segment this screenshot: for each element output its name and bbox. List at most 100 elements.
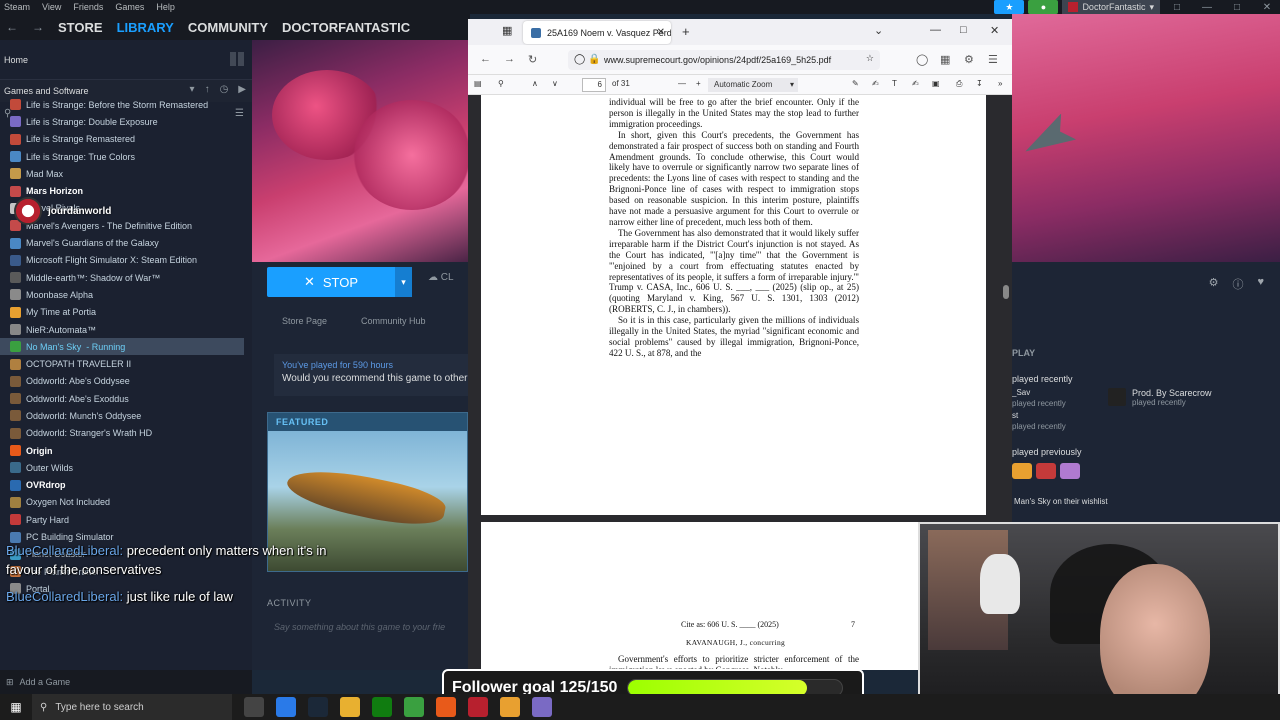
sidebar-item-game[interactable]: Oddworld: Abe's Oddysee bbox=[0, 373, 252, 390]
sidebar-item-game[interactable]: Marvel's Guardians of the Galaxy bbox=[0, 234, 252, 251]
folder-icon[interactable] bbox=[340, 697, 360, 717]
lock-icon[interactable]: 🔒 bbox=[588, 54, 600, 65]
app-icon[interactable] bbox=[436, 697, 456, 717]
recent-icon[interactable]: ◷ bbox=[220, 84, 229, 95]
menu-steam[interactable]: Steam bbox=[4, 2, 30, 12]
activity-input[interactable]: Say something about this game to your fr… bbox=[274, 622, 445, 632]
chrome-icon[interactable] bbox=[276, 697, 296, 717]
chevron-down-icon[interactable]: ⌄ bbox=[874, 24, 883, 37]
tab-list-icon[interactable]: ▦ bbox=[502, 24, 512, 37]
sidebar-item-game[interactable]: Life is Strange: Before the Storm Remast… bbox=[0, 96, 252, 113]
stop-dropdown[interactable]: ▾ bbox=[395, 267, 412, 297]
sidebar-item-game[interactable]: Life is Strange: True Colors bbox=[0, 148, 252, 165]
app-icon[interactable] bbox=[468, 697, 488, 717]
sidebar-item-game[interactable]: Middle-earth™: Shadow of War™ bbox=[0, 269, 252, 286]
menu-icon[interactable]: ☰ bbox=[988, 53, 998, 66]
notification-icon[interactable]: ● bbox=[1028, 0, 1059, 14]
friend-name[interactable]: st bbox=[1012, 411, 1018, 420]
taskbar-search[interactable]: ⚲ Type here to search bbox=[32, 694, 232, 720]
user-menu[interactable]: DoctorFantastic ▾ bbox=[1062, 0, 1160, 14]
sidebar-item-game[interactable]: Origin bbox=[0, 442, 252, 459]
xbox-icon[interactable] bbox=[372, 697, 392, 717]
url-bar[interactable]: ◯ 🔒 www.supremecourt.gov/opinions/24pdf/… bbox=[568, 50, 880, 70]
menu-friends[interactable]: Friends bbox=[73, 2, 103, 12]
avatar[interactable] bbox=[1036, 463, 1056, 479]
account-icon[interactable]: ◯ bbox=[916, 53, 928, 66]
forward-arrow-icon[interactable]: → bbox=[32, 20, 44, 34]
minimize-icon[interactable]: — bbox=[1194, 2, 1220, 13]
announce-icon[interactable]: ★ bbox=[994, 0, 1025, 14]
nav-library[interactable]: LIBRARY bbox=[117, 20, 174, 35]
sidebar-item-game[interactable]: Mad Max bbox=[0, 165, 252, 182]
nav-profile[interactable]: DOCTORFANTASTIC bbox=[282, 20, 410, 35]
extension-icon[interactable]: ▦ bbox=[940, 53, 950, 66]
pdf-scrollbar[interactable] bbox=[1003, 285, 1009, 299]
sidebar-item-game[interactable]: OCTOPATH TRAVELER II bbox=[0, 355, 252, 372]
shield-icon[interactable]: ◯ bbox=[574, 54, 585, 65]
close-icon[interactable]: ✕ bbox=[990, 24, 999, 37]
zoom-out-icon[interactable]: — bbox=[678, 79, 686, 88]
find-icon[interactable]: ⚲ bbox=[498, 79, 504, 88]
tab-store-page[interactable]: Store Page bbox=[282, 316, 327, 326]
add-game-button[interactable]: ⊞ Add a Game bbox=[0, 670, 252, 694]
sidebar-item-game[interactable]: Oddworld: Munch's Oddysee bbox=[0, 407, 252, 424]
close-icon[interactable]: ✕ bbox=[1254, 2, 1280, 13]
reload-icon[interactable]: ↻ bbox=[528, 53, 537, 66]
nav-store[interactable]: STORE bbox=[58, 20, 103, 35]
next-page-icon[interactable]: ∨ bbox=[552, 79, 558, 88]
menu-help[interactable]: Help bbox=[156, 2, 175, 12]
sidebar-item-game[interactable]: OVRdrop bbox=[0, 477, 252, 494]
image-icon[interactable]: ▣ bbox=[932, 79, 940, 88]
zoom-select[interactable]: Automatic Zoom ▾ bbox=[708, 78, 798, 92]
browser-tab[interactable]: 25A169 Noem v. Vasquez Perdo ✕ bbox=[523, 21, 671, 44]
nav-community[interactable]: COMMUNITY bbox=[188, 20, 268, 35]
back-arrow-icon[interactable]: ← bbox=[480, 53, 491, 65]
back-arrow-icon[interactable]: ← bbox=[6, 20, 18, 34]
task-view-icon[interactable] bbox=[244, 697, 264, 717]
highlight-icon[interactable]: ✎ bbox=[852, 79, 859, 88]
menu-view[interactable]: View bbox=[42, 2, 61, 12]
sidebar-item-game[interactable]: NieR:Automata™ bbox=[0, 321, 252, 338]
zoom-in-icon[interactable]: + bbox=[696, 79, 701, 88]
close-tab-icon[interactable]: ✕ bbox=[657, 27, 665, 38]
sidebar-item-game[interactable]: Oddworld: Abe's Exoddus bbox=[0, 390, 252, 407]
sidebar-item-game[interactable]: Moonbase Alpha bbox=[0, 286, 252, 303]
prev-page-icon[interactable]: ∧ bbox=[532, 79, 538, 88]
text-icon[interactable]: T bbox=[892, 79, 897, 88]
sidebar-item-game[interactable]: Oxygen Not Included bbox=[0, 494, 252, 511]
avatar[interactable] bbox=[1012, 463, 1032, 479]
sidebar-item-game[interactable]: Outer Wilds bbox=[0, 459, 252, 476]
app-icon[interactable] bbox=[532, 697, 552, 717]
sidebar-item-game[interactable]: Life is Strange Remastered bbox=[0, 131, 252, 148]
sidebar-item-game[interactable]: Oddworld: Stranger's Wrath HD bbox=[0, 425, 252, 442]
chevron-down-icon[interactable]: ▾ bbox=[190, 84, 195, 95]
info-icon[interactable]: ⓘ bbox=[1232, 276, 1243, 292]
print-icon[interactable]: ⎙ bbox=[956, 79, 962, 89]
avatar[interactable] bbox=[1060, 463, 1080, 479]
sidebar-item-game[interactable]: No Man's Sky - Running bbox=[0, 338, 244, 356]
gear-icon[interactable]: ⚙ bbox=[1209, 276, 1219, 292]
stop-button[interactable]: ✕ STOP bbox=[267, 267, 395, 297]
heart-icon[interactable]: ♥ bbox=[1257, 276, 1264, 292]
sidebar-item-game[interactable]: Life is Strange: Double Exposure bbox=[0, 113, 252, 130]
forward-arrow-icon[interactable]: → bbox=[504, 53, 515, 65]
bookmark-star-icon[interactable]: ☆ bbox=[866, 53, 874, 64]
app-icon[interactable] bbox=[500, 697, 520, 717]
signature-icon[interactable]: ✍ bbox=[912, 79, 919, 88]
maximize-icon[interactable]: □ bbox=[1224, 2, 1250, 13]
menu-games[interactable]: Games bbox=[115, 2, 144, 12]
sidebar-item-game[interactable]: Party Hard bbox=[0, 511, 252, 528]
draw-icon[interactable]: ✍ bbox=[872, 79, 879, 88]
tab-community-hub[interactable]: Community Hub bbox=[361, 316, 426, 326]
screen-icon[interactable]: □ bbox=[1164, 2, 1190, 13]
maximize-icon[interactable]: □ bbox=[960, 24, 967, 36]
steam-icon[interactable] bbox=[308, 697, 328, 717]
library-home[interactable]: Home bbox=[0, 40, 252, 80]
minimize-icon[interactable]: — bbox=[930, 24, 941, 36]
page-number-input[interactable]: 6 bbox=[582, 78, 606, 92]
puzzle-icon[interactable]: ⚙ bbox=[964, 53, 974, 66]
play-filter-icon[interactable]: ▶ bbox=[238, 84, 246, 95]
sidebar-item-game[interactable]: My Time at Portia bbox=[0, 304, 252, 321]
new-tab-icon[interactable]: + bbox=[682, 24, 690, 39]
app-icon[interactable] bbox=[404, 697, 424, 717]
